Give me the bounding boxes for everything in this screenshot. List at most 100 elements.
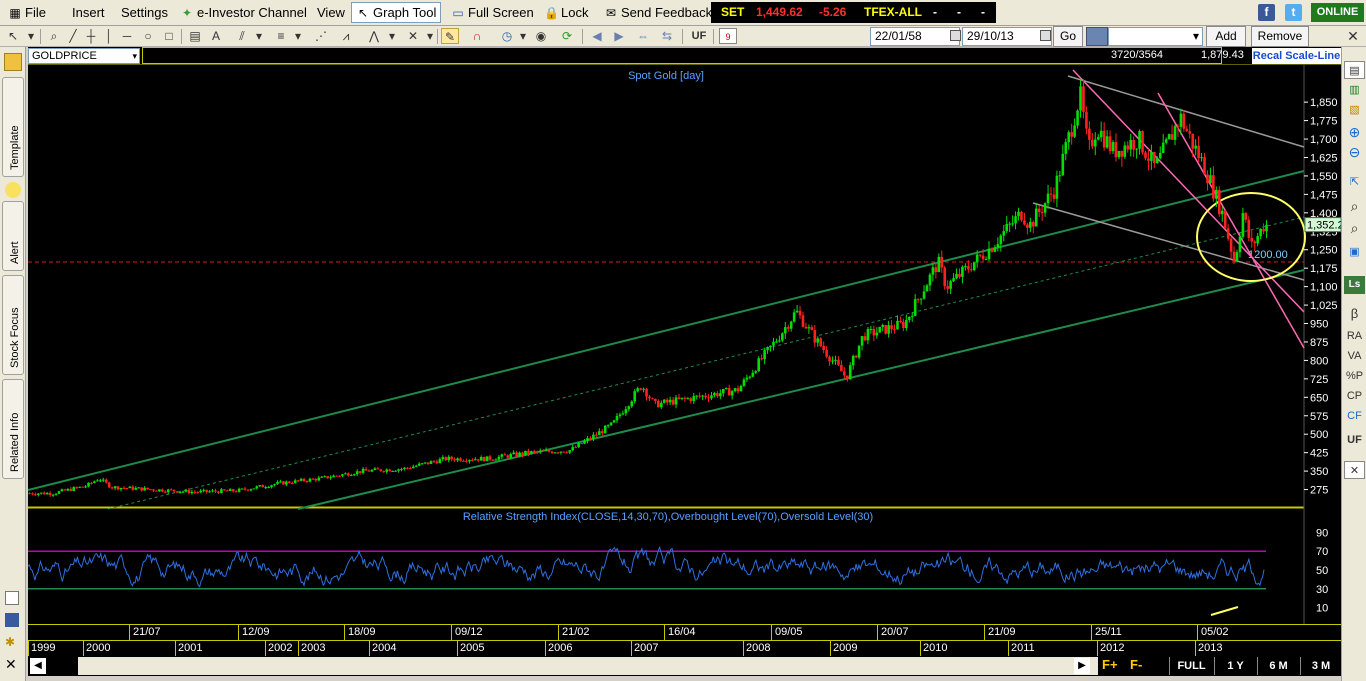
magnifier-icon[interactable]: ⌕ (45, 28, 63, 44)
period-1y-button[interactable]: 1 Y (1214, 657, 1256, 675)
candle-icon[interactable]: ▥ (1344, 81, 1365, 99)
tab-template[interactable]: Template (2, 77, 24, 177)
pencil-icon[interactable]: ✎ (441, 28, 459, 44)
uf-button[interactable]: UF (688, 28, 710, 44)
date-from-field[interactable]: 22/01/58 (870, 27, 960, 46)
scrollbar-track[interactable] (78, 657, 1098, 675)
scroll-right-icon[interactable]: ▶ (1074, 658, 1090, 674)
va-button[interactable]: VA (1344, 347, 1365, 365)
channel-tool-icon[interactable]: ⫽ (233, 28, 251, 44)
text-tool-icon[interactable]: ▤ (186, 28, 204, 44)
tab-related-info[interactable]: Related Info (2, 379, 24, 479)
arrow-left-icon[interactable]: ◀ (588, 28, 606, 44)
period-full-button[interactable]: FULL (1169, 657, 1213, 675)
refresh-icon[interactable]: ⟳ (558, 28, 576, 44)
tfex-value-3: - (981, 5, 985, 19)
scroll-left-icon[interactable]: ◀ (30, 658, 46, 674)
vertical-line-icon[interactable]: │ (100, 28, 118, 44)
close-chart-icon[interactable]: ✕ (5, 657, 19, 671)
fit-back-icon[interactable]: F- (1130, 657, 1142, 672)
candle-body (503, 454, 507, 456)
arrow-right-icon[interactable]: ▶ (610, 28, 628, 44)
send-feedback-button[interactable]: ✉ Send Feedback (602, 4, 714, 22)
line-tool-icon[interactable]: ╱ (64, 28, 82, 44)
uf-side-button[interactable]: UF (1344, 431, 1365, 449)
symbol-select[interactable]: GOLDPRICE ▾ (28, 48, 140, 64)
bell-icon[interactable] (5, 182, 21, 198)
dropdown-arrow-icon[interactable]: ▾ (250, 28, 268, 44)
period-6m-button[interactable]: 6 M (1257, 657, 1299, 675)
chart-svg[interactable]: 1200.00 2753504255005756507258008759501,… (28, 65, 1341, 624)
compare-icon[interactable]: ▧ (1344, 101, 1365, 119)
palette-icon[interactable]: ◉ (532, 28, 550, 44)
facebook-icon[interactable]: f (1258, 4, 1275, 21)
zoom-in-icon[interactable]: ⊕ (1344, 123, 1365, 141)
color-swatch[interactable] (1086, 27, 1108, 46)
ls-button[interactable]: Ls (1344, 276, 1365, 294)
recal-scale-line-button[interactable]: Recal Scale-Line (1252, 48, 1341, 64)
folder-icon[interactable] (4, 53, 22, 71)
candle-body (710, 395, 713, 399)
crosshair-tool-icon[interactable]: ┼ (82, 28, 100, 44)
candle-body (270, 485, 273, 488)
scale-icon[interactable]: ⇱ (1344, 173, 1365, 191)
view-menu[interactable]: View (315, 4, 347, 22)
dropdown-arrow-icon[interactable]: ▾ (383, 28, 401, 44)
settings-gear-icon[interactable]: ✱ (5, 635, 19, 649)
beta-button[interactable]: β (1344, 305, 1365, 323)
dropdown-arrow-icon[interactable]: ▾ (514, 28, 532, 44)
label-tool-icon[interactable]: A (207, 28, 225, 44)
magnify-minus-icon[interactable]: ⌕ (1344, 219, 1365, 237)
go-button[interactable]: Go (1053, 26, 1083, 47)
delete-drawing-icon[interactable]: ✕ (404, 28, 422, 44)
date-from-picker-icon[interactable] (950, 30, 961, 41)
remove-button[interactable]: Remove (1251, 26, 1309, 47)
full-screen-button[interactable]: ▭ Full Screen (449, 4, 536, 22)
tab-alert[interactable]: Alert (2, 201, 24, 271)
add-button[interactable]: Add (1206, 26, 1246, 47)
twitter-icon[interactable]: t (1285, 4, 1302, 21)
insert-menu[interactable]: Insert (70, 4, 107, 22)
magnify-plus-icon[interactable]: ⌕ (1344, 197, 1365, 215)
calendar-icon[interactable]: 9 (719, 28, 737, 44)
horizontal-line-icon[interactable]: ─ (118, 28, 136, 44)
tab-stock-focus[interactable]: Stock Focus (2, 275, 24, 375)
chart-type-icon[interactable]: ▤ (1344, 61, 1365, 79)
magnet-icon[interactable]: ∩ (468, 28, 486, 44)
shrink-horizontal-icon[interactable]: ⇆ (658, 28, 676, 44)
new-document-icon[interactable] (5, 591, 19, 605)
chart-area[interactable]: 1200.00 275 350 425 500 575 650 725 800 875 950 1,… (28, 65, 1341, 624)
candle-body (1132, 140, 1135, 150)
dropdown-arrow-icon[interactable]: ▾ (289, 28, 307, 44)
expand-horizontal-icon[interactable]: ⇔ (634, 28, 652, 44)
line-style-icon[interactable]: ≡ (272, 28, 290, 44)
cf-button[interactable]: CF (1344, 407, 1365, 425)
close-panel-icon[interactable]: ✕ (1344, 461, 1365, 479)
settings-menu[interactable]: Settings (119, 4, 170, 22)
candle-body (243, 488, 247, 490)
file-menu[interactable]: ▦ File (6, 4, 48, 22)
indicator-select[interactable]: ▾ (1108, 27, 1203, 46)
date-to-picker-icon[interactable] (1040, 30, 1051, 41)
select-pointer-icon[interactable]: ↖ (4, 28, 22, 44)
date-to-field[interactable]: 29/10/13 (962, 27, 1052, 46)
zoom-out-icon[interactable]: ⊖ (1344, 143, 1365, 161)
fit-forward-icon[interactable]: F+ (1102, 657, 1118, 672)
graph-tool-button[interactable]: ↖ Graph Tool (351, 2, 442, 23)
ra-button[interactable]: RA (1344, 327, 1365, 345)
rectangle-tool-icon[interactable]: □ (160, 28, 178, 44)
lock-button[interactable]: 🔒 Lock (542, 4, 590, 22)
circle-tool-icon[interactable]: ○ (139, 28, 157, 44)
fibonacci-fan-icon[interactable]: ⋰ (312, 28, 330, 44)
cp-button[interactable]: CP (1344, 387, 1365, 405)
last-price: 1,879.43 (1201, 49, 1244, 61)
e-investor-channel-menu[interactable]: ✦ e-Investor Channel (178, 4, 309, 22)
zigzag-tool-icon[interactable]: ⋀ (365, 28, 383, 44)
close-icon[interactable]: ✕ (1344, 28, 1362, 44)
dropdown-arrow-icon[interactable]: ▾ (22, 28, 40, 44)
gann-tool-icon[interactable]: ⩘ (337, 28, 355, 44)
pct-p-button[interactable]: %P (1344, 367, 1365, 385)
save-icon[interactable] (5, 613, 19, 627)
window-icon[interactable]: ▣ (1344, 243, 1365, 261)
period-3m-button[interactable]: 3 M (1300, 657, 1341, 675)
